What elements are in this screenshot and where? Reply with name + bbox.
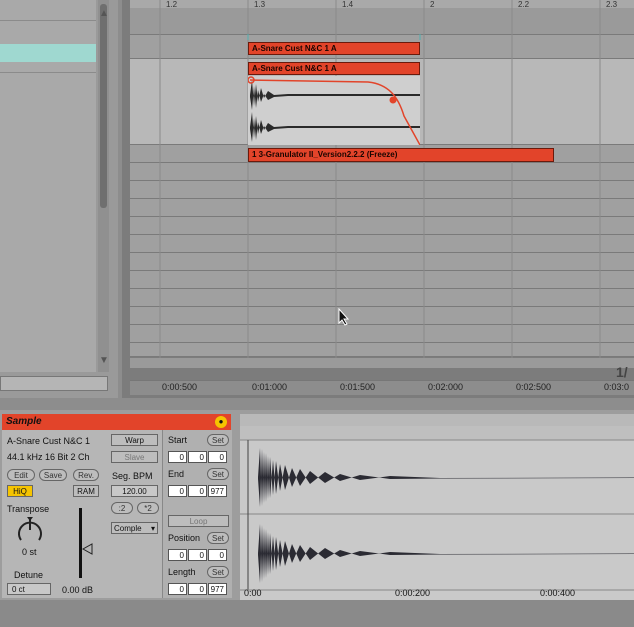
time-label: 0:00:500 [162, 382, 198, 392]
start-bar-field[interactable]: 0 [168, 451, 187, 463]
reverse-button[interactable]: Rev. [73, 469, 99, 481]
seg-bpm-field[interactable]: 120.00 [111, 485, 158, 497]
length-bar-field[interactable]: 0 [168, 583, 187, 595]
time-label: 0:02:000 [428, 382, 464, 392]
arrangement-scrollbar[interactable] [130, 358, 634, 368]
transpose-knob-icon[interactable] [16, 516, 44, 546]
start-label: Start [168, 435, 188, 445]
position-set-button[interactable]: Set [207, 532, 229, 544]
clip-waveform[interactable] [248, 76, 420, 145]
warp-mode-value: Comple [114, 524, 142, 533]
browser-scroll-thumb[interactable] [100, 4, 107, 208]
length-ms-field[interactable]: 977 [208, 583, 227, 595]
sample-info: 44.1 kHz 16 Bit 2 Ch [7, 452, 90, 462]
position-beat-field[interactable]: 0 [188, 549, 207, 561]
gain-value: 0.00 dB [62, 585, 94, 595]
half-bpm-button[interactable]: :2 [111, 502, 133, 514]
status-bar [0, 600, 634, 627]
scroll-up-icon[interactable]: ▲ [99, 8, 109, 20]
edit-button[interactable]: Edit [7, 469, 35, 481]
length-label: Length [168, 567, 196, 577]
time-label: 0:01:500 [340, 382, 376, 392]
scroll-down-icon[interactable]: ▼ [99, 355, 109, 367]
seg-bpm-label: Seg. BPM [112, 471, 153, 481]
detune-label: Detune [14, 570, 44, 580]
position-ms-field[interactable]: 0 [208, 549, 227, 561]
sample-time-label: 0:00 [244, 588, 262, 598]
end-ms-field[interactable]: 977 [208, 485, 227, 497]
freeze-clip[interactable]: 1 3-Granulator II_Version2.2.2 (Freeze) [248, 148, 554, 162]
time-label: 0:01:000 [252, 382, 288, 392]
position-label: Position [168, 533, 201, 543]
sample-editor-waveform[interactable] [240, 414, 634, 600]
warp-button[interactable]: Warp [111, 434, 158, 446]
start-set-button[interactable]: Set [207, 434, 229, 446]
loop-button[interactable]: Loop [168, 515, 229, 527]
sample-time-label: 0:00:200 [395, 588, 431, 598]
end-beat-field[interactable]: 0 [188, 485, 207, 497]
gain-slider-triangle-icon[interactable] [82, 543, 94, 555]
browser-selected-item[interactable] [0, 44, 96, 62]
time-ruler[interactable]: 0:00:500 0:01:000 0:01:500 0:02:000 0:02… [130, 380, 634, 395]
slave-button[interactable]: Slave [111, 451, 158, 463]
ram-button[interactable]: RAM [73, 485, 99, 497]
length-beat-field[interactable]: 0 [188, 583, 207, 595]
warp-mode-select[interactable]: Comple ▾ [111, 522, 158, 534]
chevron-down-icon: ▾ [150, 524, 155, 533]
sample-audio-clip[interactable]: A-Snare Cust N&C 1 A [248, 62, 420, 75]
end-bar-field[interactable]: 0 [168, 485, 187, 497]
time-label: 0:03:0 [604, 382, 630, 392]
start-ms-field[interactable]: 0 [208, 451, 227, 463]
detune-field[interactable]: 0 ct [7, 583, 51, 595]
clip-activator-icon[interactable]: ● [215, 416, 227, 428]
sample-name: A-Snare Cust N&C 1 [7, 436, 91, 446]
browser-panel: ▲ ▼ [0, 0, 118, 398]
transpose-value: 0 st [22, 547, 37, 557]
start-beat-field[interactable]: 0 [188, 451, 207, 463]
zoom-label: 1/ [616, 364, 628, 380]
browser-bottom-field[interactable] [0, 376, 108, 391]
mouse-cursor-icon [338, 308, 350, 326]
time-label: 0:02:500 [516, 382, 552, 392]
browser-divider [0, 20, 96, 21]
transpose-label: Transpose [7, 504, 50, 514]
length-set-button[interactable]: Set [207, 566, 229, 578]
sample-time-label: 0:00:400 [540, 588, 576, 598]
end-set-button[interactable]: Set [207, 468, 229, 480]
hiq-button[interactable]: HiQ [7, 485, 33, 497]
save-button[interactable]: Save [39, 469, 67, 481]
end-label: End [168, 469, 185, 479]
top-audio-clip[interactable]: A-Snare Cust N&C 1 A [248, 42, 420, 55]
double-bpm-button[interactable]: *2 [137, 502, 159, 514]
clip-view-title[interactable]: Sample [2, 414, 231, 430]
browser-divider [0, 72, 96, 73]
position-bar-field[interactable]: 0 [168, 549, 187, 561]
